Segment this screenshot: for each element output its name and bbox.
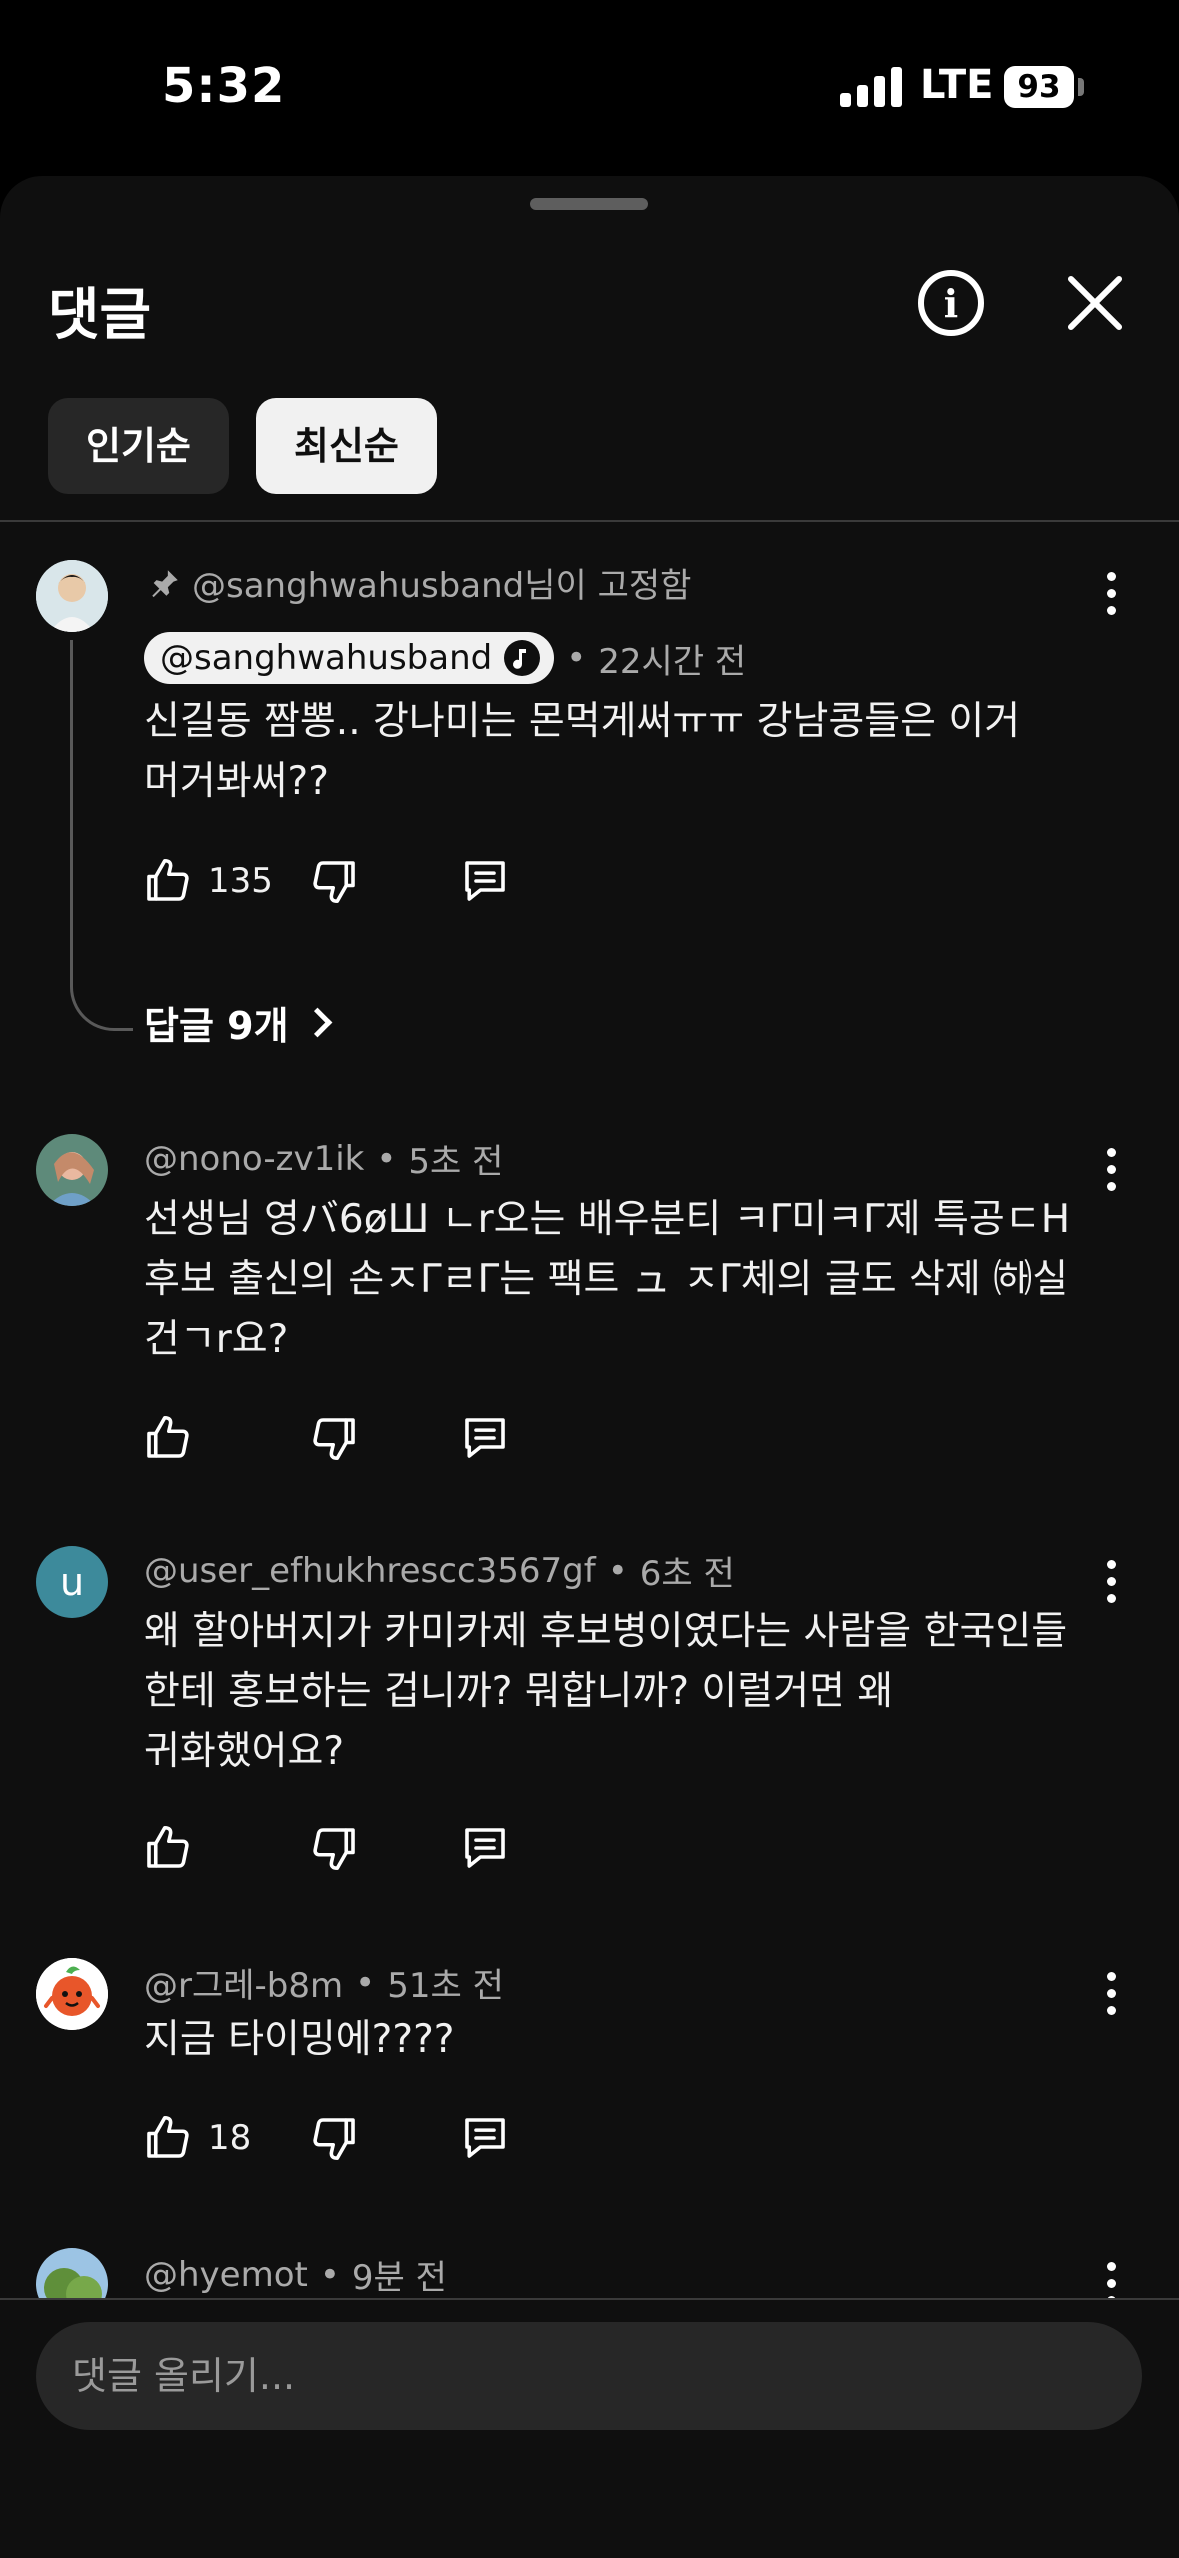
comment-author[interactable]: @r그레-b8m <box>144 1958 343 2007</box>
more-options-button[interactable] <box>1096 558 1126 628</box>
avatar[interactable] <box>36 560 108 632</box>
sheet-title: 댓글 <box>48 283 152 348</box>
network-type: LTE <box>920 62 994 108</box>
status-time: 5:32 <box>162 58 286 114</box>
thumbs-up-icon <box>147 1415 189 1458</box>
comment-text: 왜 할아버지가 카미카제 후보병이였다는 사람을 한국인들 한테 홍보하는 겁니… <box>144 1609 1068 1774</box>
pinned-label: @sanghwahusband님이 고정함 <box>148 558 691 607</box>
comment-icon <box>465 861 505 901</box>
comment-meta: @sanghwahusband • 22시간 전 <box>144 632 746 684</box>
avatar[interactable]: u <box>36 1546 108 1618</box>
thumbs-up-icon <box>147 2115 189 2158</box>
thumbs-up-icon <box>147 1825 189 1868</box>
sort-popular-chip[interactable]: 인기순 <box>48 398 229 494</box>
cellular-signal-icon <box>840 67 902 107</box>
like-button[interactable]: 18 <box>140 2108 251 2168</box>
meta-separator: • <box>566 638 587 678</box>
comment-icon <box>465 1418 505 1458</box>
dislike-button[interactable] <box>308 851 362 911</box>
dislike-button[interactable] <box>308 1818 362 1878</box>
avatar[interactable] <box>36 1958 108 2030</box>
reply-button[interactable] <box>458 851 512 911</box>
reply-button[interactable] <box>458 1818 512 1878</box>
comment-meta: @nono-zv1ik • 5초 전 <box>144 1134 503 1183</box>
pinned-text: @sanghwahusband님이 고정함 <box>192 566 692 606</box>
comment-text: 지금 타이밍에???? <box>144 2017 455 2062</box>
drag-handle[interactable] <box>530 198 648 210</box>
comment-author[interactable]: @nono-zv1ik <box>144 1139 364 1179</box>
reply-thread-line <box>70 640 133 1031</box>
avatar-letter: u <box>59 1560 85 1604</box>
comment-author[interactable]: @hyemot <box>144 2255 308 2295</box>
comment-author[interactable]: @user_efhukhrescc3567gf <box>144 1551 596 1591</box>
pin-icon <box>152 569 178 597</box>
comment-icon <box>465 2118 505 2158</box>
thumbs-down-icon <box>313 1418 355 1461</box>
comment-meta: @r그레-b8m • 51초 전 <box>144 1958 504 2007</box>
view-replies-button[interactable]: 답글 9개 <box>144 995 332 1050</box>
comment-icon <box>465 1828 505 1868</box>
avatar[interactable] <box>36 1134 108 1206</box>
thumbs-down-icon <box>313 1828 355 1871</box>
chevron-right-icon <box>302 1007 332 1038</box>
battery-tip <box>1078 78 1084 96</box>
battery-icon: 93 <box>1004 66 1074 108</box>
thumbs-down-icon <box>313 861 355 904</box>
comment-time: 51초 전 <box>387 1966 504 2006</box>
music-note-icon <box>504 640 541 676</box>
comment-composer <box>0 2298 1179 2558</box>
comment-time: 6초 전 <box>639 1554 735 1594</box>
dislike-button[interactable] <box>308 1408 362 1468</box>
info-icon: i <box>943 280 959 326</box>
sort-newest-chip[interactable]: 최신순 <box>256 398 437 494</box>
reply-button[interactable] <box>458 2108 512 2168</box>
meta-separator: • <box>376 1138 397 1179</box>
comment-meta: @hyemot • 9분 전 <box>144 2250 447 2299</box>
info-button[interactable]: i <box>918 270 984 336</box>
meta-separator: • <box>355 1962 376 2003</box>
creator-badge[interactable]: @sanghwahusband <box>144 632 555 684</box>
comment-text: 선생님 영バ6øШ ㄴr오는 배우분티 ㅋΓ미ㅋΓ제 특공ㄷH 후보 출신의 손… <box>144 1197 1071 1362</box>
comment-author: @sanghwahusband <box>160 638 493 678</box>
meta-separator: • <box>607 1550 628 1591</box>
comment-meta: @user_efhukhrescc3567gf • 6초 전 <box>144 1546 735 1595</box>
like-count: 135 <box>208 861 273 901</box>
battery-level: 93 <box>1017 69 1061 105</box>
thumbs-down-icon <box>313 2118 355 2161</box>
comment-time: 9분 전 <box>351 2258 447 2298</box>
header-divider <box>0 520 1179 522</box>
comment-time: 22시간 전 <box>598 641 747 682</box>
comment-text: 신길동 짬뽕.. 강나미는 몬먹게써ㅠㅠ 강남콩들은 이거 머거봐써?? <box>144 699 1021 804</box>
dislike-button[interactable] <box>308 2108 362 2168</box>
thumbs-up-icon <box>147 858 189 901</box>
comment-input[interactable] <box>36 2322 1142 2430</box>
like-button[interactable] <box>140 1818 194 1878</box>
replies-count: 답글 9개 <box>144 1004 289 1048</box>
like-button[interactable] <box>140 1408 194 1468</box>
status-bar: 5:32 LTE 93 <box>0 0 1179 175</box>
reply-button[interactable] <box>458 1408 512 1468</box>
like-button[interactable]: 135 <box>140 851 273 911</box>
meta-separator: • <box>319 2254 340 2295</box>
comment-time: 5초 전 <box>408 1142 504 1182</box>
close-button[interactable] <box>1064 272 1126 334</box>
like-count: 18 <box>208 2118 252 2158</box>
